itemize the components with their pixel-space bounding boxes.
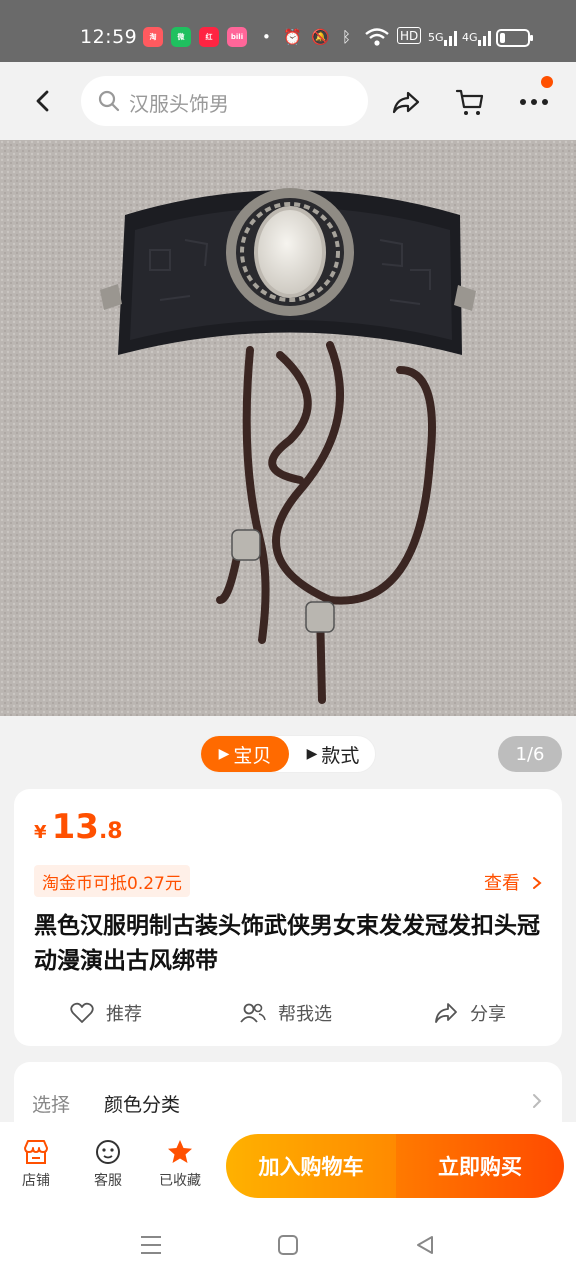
people-icon [240,1003,266,1023]
view-link-label: 查看 [484,873,520,894]
product-title: 黑色汉服明制古装头饰武侠男女束发发冠发扣头冠动漫演出古风绑带 [34,913,540,974]
sku-selector-label: 选择 [32,1094,71,1116]
product-photo[interactable] [0,140,576,716]
recommend-label: 推荐 [106,1004,142,1025]
search-bar[interactable]: 汉服头饰男 [81,76,368,126]
price-decimal: .8 [98,819,123,844]
tab-item-styles-label: 款式 [321,744,360,767]
heart-icon [70,1002,94,1023]
dot-icon: • [262,28,271,46]
customer-service-button[interactable]: 客服 [83,1138,133,1190]
share-arrow-icon [435,1003,457,1023]
signal-bars-icon-2 [478,31,491,46]
chevron-right-icon [533,1094,542,1108]
store-button[interactable]: 店铺 [11,1138,61,1190]
system-nav-bar [0,1210,576,1280]
price-currency: ¥ [34,822,47,843]
wifi-icon [365,28,389,46]
favorite-button[interactable]: 已收藏 [155,1138,205,1190]
star-filled-icon [168,1140,192,1163]
mute-icon: 🔕 [311,28,330,46]
taobao-app-icon: 淘 [143,27,163,47]
home-nav-icon[interactable] [277,1234,299,1256]
store-icon [24,1140,48,1164]
alarm-icon: ⏰ [283,28,302,46]
header: 汉服头饰男 [0,62,576,140]
notification-dot [541,76,553,88]
search-placeholder: 汉服头饰男 [129,92,229,116]
service-icon [96,1140,120,1164]
status-bar: 12:59 淘 微 红 bili • ⏰ 🔕 ᛒ HD 5G 4G [0,0,576,62]
customer-service-label: 客服 [94,1173,122,1189]
back-nav-icon[interactable] [414,1234,436,1256]
image-counter: 1/6 [498,736,562,772]
tab-item-styles[interactable]: ▶ 款式 [289,736,377,772]
help-choose-button[interactable]: 帮我选 [240,999,332,1027]
tab-item-photos-label: 宝贝 [233,744,272,767]
add-to-cart-button[interactable]: 加入购物车 [226,1134,396,1198]
bilibili-app-icon: bili [227,27,247,47]
buy-now-button[interactable]: 立即购买 [396,1134,564,1198]
bluetooth-icon: ᛒ [342,28,352,46]
signal-bars-icon [444,31,457,46]
price: ¥ 13.8 [34,807,123,847]
product-photo-illustration [0,140,576,716]
sku-selector-value: 颜色分类 [104,1094,181,1116]
tab-item-photos[interactable]: ▶ 宝贝 [201,736,289,772]
cart-icon[interactable] [454,86,486,118]
product-info-card: ¥ 13.8 淘金币可抵0.27元 查看 黑色汉服明制古装头饰武侠男女束发发冠发… [14,789,562,1046]
recommend-button[interactable]: 推荐 [70,999,142,1027]
back-arrow-icon[interactable] [28,86,58,116]
view-link[interactable]: 查看 [484,869,544,895]
signal-5g-icon: 5G [428,30,444,44]
battery-icon [496,29,533,47]
xiaohongshu-app-icon: 红 [199,27,219,47]
chevron-right-icon [532,877,542,889]
share-icon[interactable] [390,86,422,118]
favorite-label: 已收藏 [159,1173,201,1189]
status-time: 12:59 [80,26,138,48]
wechat-app-icon: 微 [171,27,191,47]
bottom-action-bar: 店铺 客服 已收藏 加入购物车 立即购买 [0,1122,576,1210]
help-choose-label: 帮我选 [278,1004,332,1025]
store-label: 店铺 [22,1173,50,1189]
share-label: 分享 [470,1004,506,1025]
hd-icon: HD [397,27,422,44]
more-icon[interactable] [518,86,550,118]
gallery-tabs: ▶ 宝贝 ▶ 款式 [200,735,376,773]
menu-nav-icon[interactable] [139,1234,163,1256]
coin-discount-badge: 淘金币可抵0.27元 [34,865,190,897]
share-button[interactable]: 分享 [434,999,506,1027]
signal-4g-icon: 4G [462,30,478,44]
price-integer: 13 [51,807,99,847]
search-icon [98,90,120,112]
